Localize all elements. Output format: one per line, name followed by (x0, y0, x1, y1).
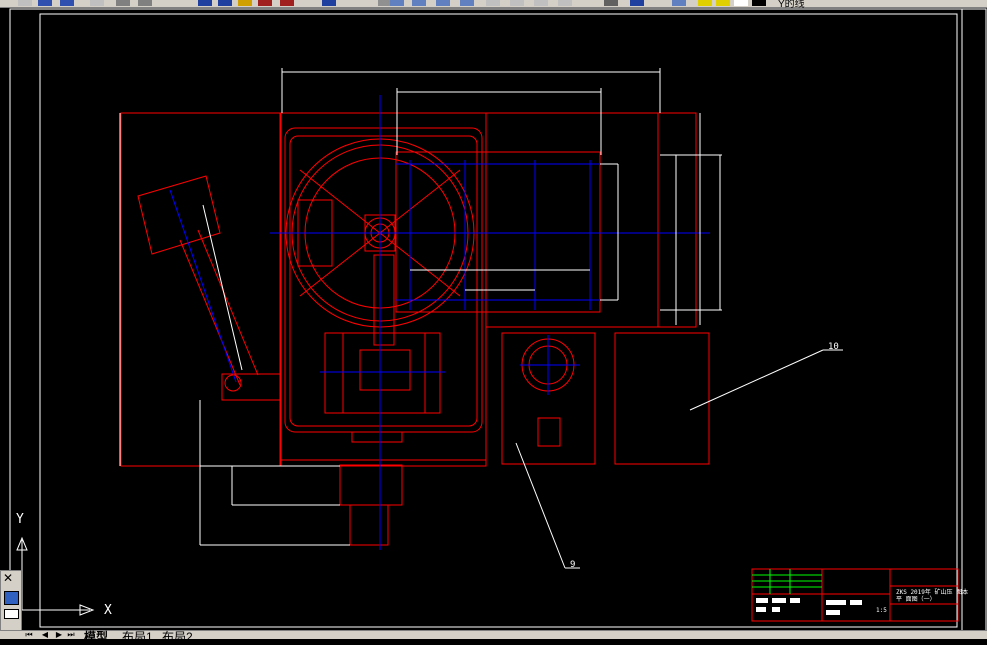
layer-button[interactable] (322, 0, 336, 6)
open-file-button[interactable] (38, 0, 52, 6)
tab-layout1[interactable]: 布局1 (122, 628, 153, 645)
redo-button[interactable] (218, 0, 232, 6)
drawing-canvas[interactable]: 10 9 Y X ZKS 2019年 矿山压 图本 平 面图（一） 1:5 (0, 8, 987, 630)
calc-button[interactable] (534, 0, 548, 6)
title-block-line1: ZKS 2019年 矿山压 图本 (896, 588, 968, 596)
tool-palette[interactable]: ✕ (0, 570, 22, 632)
inner-frame (39, 13, 958, 628)
ucs-y-label: Y (16, 512, 24, 527)
close-icon[interactable]: ✕ (3, 571, 13, 585)
print-button[interactable] (90, 0, 104, 6)
text-button[interactable] (486, 0, 500, 6)
lower-mechanism (324, 254, 441, 546)
layers-state-button[interactable] (604, 0, 618, 6)
copy-button[interactable] (138, 0, 152, 6)
zoom-realtime-button[interactable] (412, 0, 426, 6)
title-block-scale: 1:5 (876, 607, 887, 614)
zoom-button[interactable] (258, 0, 272, 6)
table-button[interactable] (510, 0, 524, 6)
sun-icon[interactable] (716, 0, 730, 6)
command-line-icon[interactable] (4, 609, 19, 619)
pan-button[interactable] (238, 0, 252, 6)
zoom-previous-button[interactable] (436, 0, 450, 6)
zoom-window-button[interactable] (390, 0, 404, 6)
distance-button[interactable] (460, 0, 474, 6)
layer-swatch-icon[interactable] (752, 0, 766, 6)
properties-button[interactable] (280, 0, 294, 6)
tab-layout2[interactable]: 布局2 (162, 628, 193, 645)
ucs-icon (16, 536, 95, 616)
layer-color-icon[interactable] (734, 0, 748, 6)
new-file-button[interactable] (18, 0, 32, 6)
layer-manager-button[interactable] (672, 0, 686, 6)
pull-arm (137, 175, 281, 401)
help-button[interactable] (630, 0, 644, 6)
title-block-line2: 平 面图（一） (896, 596, 936, 603)
properties-icon[interactable] (4, 591, 19, 605)
save-button[interactable] (60, 0, 74, 6)
leaders (515, 349, 843, 569)
cut-button[interactable] (116, 0, 130, 6)
tab-model[interactable]: 模型 (84, 628, 108, 645)
center-lines (169, 95, 710, 550)
grid-button[interactable] (558, 0, 572, 6)
callout-10-label: 10 (828, 342, 839, 352)
callout-9-label: 9 (570, 560, 575, 570)
outer-frame (9, 8, 987, 630)
undo-button[interactable] (198, 0, 212, 6)
light-bulb-icon[interactable] (698, 0, 712, 6)
aux-units (501, 332, 710, 465)
toolbar: Y的线 (0, 0, 987, 10)
ucs-x-label: X (104, 603, 112, 618)
